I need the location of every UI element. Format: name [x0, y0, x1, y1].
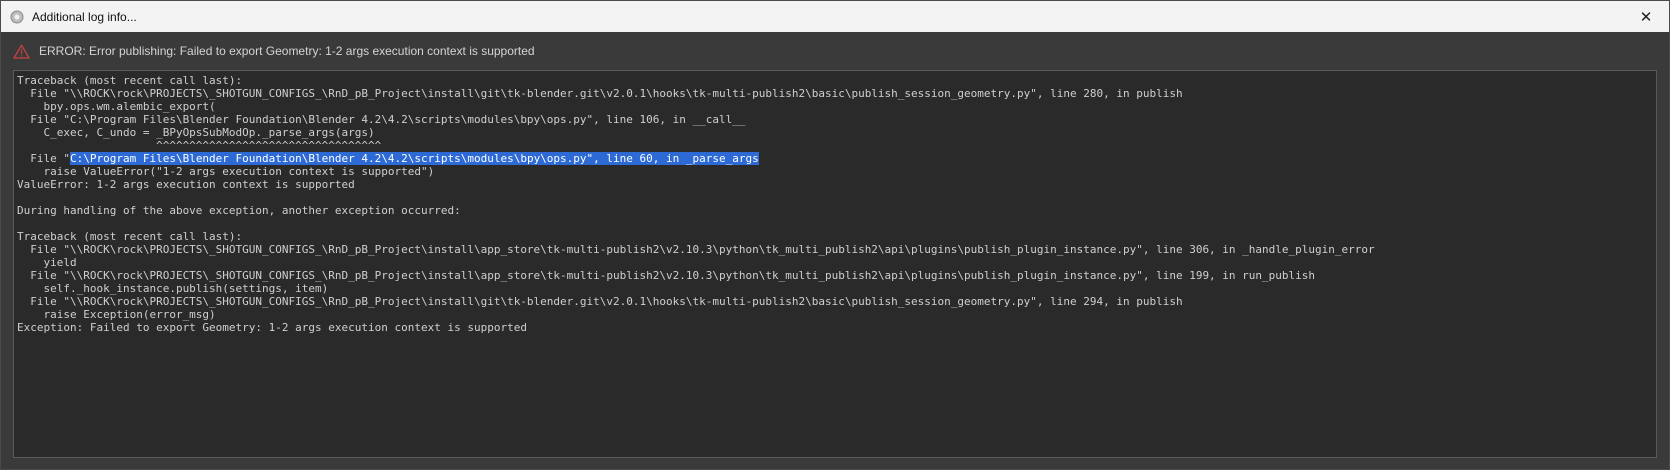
selected-text: C:\Program Files\Blender Foundation\Blen… — [69, 152, 759, 165]
log-line: Traceback (most recent call last): — [17, 230, 243, 243]
log-line: C_exec, C_undo = _BPyOpsSubModOp._parse_… — [17, 126, 375, 139]
error-summary: ERROR: Error publishing: Failed to expor… — [1, 39, 1669, 63]
traceback-log[interactable]: Traceback (most recent call last): File … — [13, 70, 1657, 458]
window-title: Additional log info... — [32, 9, 137, 24]
close-icon: ✕ — [1639, 8, 1653, 26]
log-line: yield — [17, 256, 77, 269]
log-line: File "\\ROCK\rock\PROJECTS\_SHOTGUN_CONF… — [17, 295, 1183, 308]
app-icon — [10, 10, 24, 24]
log-line: bpy.ops.wm.alembic_export( — [17, 100, 216, 113]
close-button[interactable]: ✕ — [1623, 1, 1669, 32]
log-line: raise ValueError("1-2 args execution con… — [17, 165, 435, 178]
log-line-prefix: File " — [17, 152, 70, 165]
title-bar[interactable]: Additional log info... ✕ — [1, 1, 1669, 32]
log-line: ValueError: 1-2 args execution context i… — [17, 178, 355, 191]
warning-triangle-icon — [13, 44, 30, 59]
log-line: File "\\ROCK\rock\PROJECTS\_SHOTGUN_CONF… — [17, 269, 1316, 282]
log-line: raise Exception(error_msg) — [17, 308, 216, 321]
log-line: File "\\ROCK\rock\PROJECTS\_SHOTGUN_CONF… — [17, 243, 1375, 256]
log-dialog-window: Additional log info... ✕ ERROR: Error pu… — [0, 0, 1670, 470]
log-line: File "C:\Program Files\Blender Foundatio… — [17, 113, 746, 126]
log-line: Traceback (most recent call last): — [17, 74, 243, 87]
log-line: File "\\ROCK\rock\PROJECTS\_SHOTGUN_CONF… — [17, 87, 1183, 100]
log-line: Exception: Failed to export Geometry: 1-… — [17, 321, 527, 334]
error-message: ERROR: Error publishing: Failed to expor… — [39, 44, 535, 58]
log-line-selected: File "C:\Program Files\Blender Foundatio… — [17, 152, 759, 165]
log-line: self._hook_instance.publish(settings, it… — [17, 282, 329, 295]
log-line: ^^^^^^^^^^^^^^^^^^^^^^^^^^^^^^^^^^ — [17, 139, 382, 152]
log-line: During handling of the above exception, … — [17, 204, 461, 217]
